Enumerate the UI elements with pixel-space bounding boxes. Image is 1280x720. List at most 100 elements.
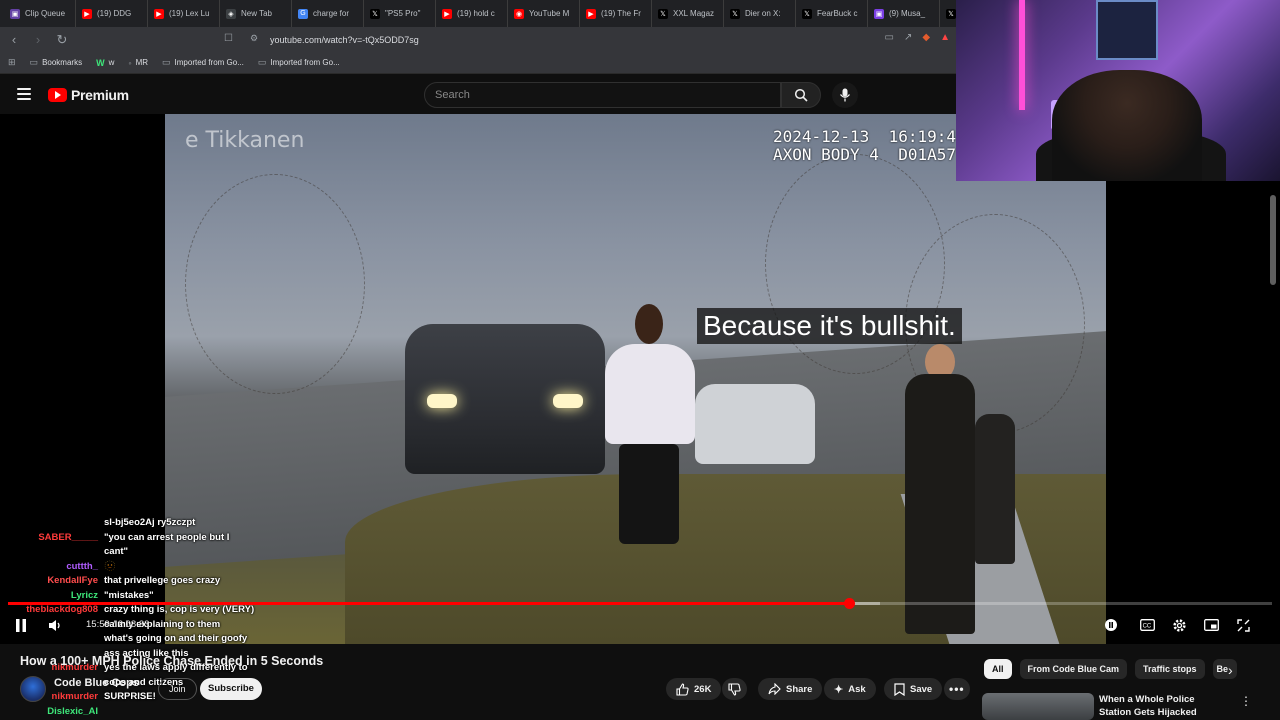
- share-page-icon[interactable]: ↗: [904, 32, 912, 43]
- video-watermark: e Tikkanen: [185, 128, 305, 153]
- join-button[interactable]: Join: [158, 678, 197, 700]
- screen: ▣ Clip Queue ▶ (19) DDG ▶ (19) Lex Lu ◈ New Tab…: [0, 0, 1280, 720]
- chat-username[interactable]: [14, 516, 104, 531]
- voice-search-button[interactable]: [832, 82, 858, 108]
- bookmark-item[interactable]: ▭ Imported from Go...: [258, 57, 340, 68]
- chat-username[interactable]: KendallFye: [14, 574, 104, 589]
- chat-text: that privellege goes crazy: [104, 575, 221, 586]
- apps-icon[interactable]: ⊞: [8, 57, 16, 68]
- browser-tab[interactable]: ◈ New Tab: [220, 0, 292, 27]
- reload-icon[interactable]: ↻: [52, 30, 72, 50]
- fullscreen-button[interactable]: [1234, 616, 1252, 634]
- browser-tab[interactable]: ◉ YouTube M: [508, 0, 580, 27]
- thumbs-down-icon: [728, 682, 741, 696]
- dislike-button[interactable]: [722, 678, 747, 700]
- browser-tab[interactable]: ▶ (19) The Fr: [580, 0, 652, 27]
- chat-username[interactable]: cuttth_: [14, 560, 104, 575]
- settings-button[interactable]: [1170, 616, 1188, 634]
- bookmark-label: Imported from Go...: [174, 58, 244, 67]
- browser-tab[interactable]: 𝕏 "PS5 Pro": [364, 0, 436, 27]
- forward-icon[interactable]: ›: [28, 30, 48, 50]
- pause-button[interactable]: [12, 616, 30, 634]
- autoplay-toggle[interactable]: [1102, 616, 1120, 634]
- address-bar: ‹ › ↻ ☐ ⚙ youtube.com/watch?v=-tQx5ODD7s…: [0, 27, 956, 52]
- chat-username[interactable]: SABER_____: [14, 531, 104, 546]
- save-button[interactable]: Save: [884, 678, 943, 700]
- chat-message: Dislexic_AI: [14, 705, 274, 720]
- chat-text: sl-bj5eo2Aj ry5zczpt: [104, 517, 196, 528]
- chat-message: SABER_____ "you can arrest people but I: [14, 531, 274, 546]
- volume-button[interactable]: [46, 616, 64, 634]
- video-caption: Because it's bullshit.: [697, 308, 962, 344]
- coat: [605, 344, 695, 444]
- miniplayer-button[interactable]: [1202, 616, 1220, 634]
- search-button[interactable]: [781, 82, 821, 108]
- bookmark-item[interactable]: ▭ Imported from Go...: [162, 57, 244, 68]
- recommendation-thumbnail[interactable]: [982, 693, 1094, 720]
- chat-text: "mistakes": [104, 589, 154, 601]
- more-actions-button[interactable]: •••: [944, 678, 970, 700]
- share-icon: [768, 683, 781, 695]
- chat-username[interactable]: Dislexic_AI: [14, 705, 104, 720]
- share-button[interactable]: Share: [758, 678, 823, 700]
- youtube-header: Premium Search: [0, 76, 956, 114]
- cast-icon[interactable]: ▭: [885, 32, 894, 43]
- browser-tab[interactable]: Gcharge for: [292, 0, 364, 27]
- search-input[interactable]: Search: [424, 82, 781, 108]
- miniplayer-icon: [1203, 619, 1219, 631]
- white-car: [695, 384, 815, 464]
- chat-username[interactable]: [14, 545, 104, 560]
- chat-username[interactable]: Lyricz: [14, 589, 104, 604]
- chips-next-icon[interactable]: ›: [1228, 662, 1233, 678]
- youtube-logo[interactable]: Premium: [48, 87, 129, 103]
- gear-icon: [1172, 618, 1186, 632]
- thumbs-up-icon: [676, 682, 689, 696]
- browser-tab[interactable]: 𝕏 Dier on X:: [724, 0, 796, 27]
- subscribe-button[interactable]: Subscribe: [200, 678, 262, 700]
- tab-favicon-icon: 𝕏: [730, 8, 740, 19]
- w-icon: W: [96, 57, 105, 68]
- browser-tab[interactable]: ▶ (19) hold c: [436, 0, 508, 27]
- chip-all[interactable]: All: [984, 659, 1012, 679]
- browser-tab[interactable]: 𝕏S: [940, 0, 956, 27]
- pause-icon: [16, 618, 26, 632]
- omnibox[interactable]: youtube.com/watch?v=-tQx5ODD7sg: [222, 30, 956, 49]
- chip-traffic-stops[interactable]: Traffic stops: [1135, 659, 1205, 679]
- browser-tab[interactable]: 𝕏 FearBuck c: [796, 0, 868, 27]
- ask-button[interactable]: ✦ Ask: [824, 678, 876, 700]
- bookmark-label: w: [108, 58, 115, 67]
- recommendation-menu-icon[interactable]: ⋮: [1240, 694, 1252, 708]
- bookmark-item[interactable]: ▭ Bookmarks: [30, 57, 83, 68]
- bookmark-item[interactable]: Ww: [96, 58, 114, 68]
- menu-icon[interactable]: [17, 88, 31, 100]
- browser-tab[interactable]: ▣ (9) Musa_: [868, 0, 940, 27]
- video-frame[interactable]: e Tikkanen 2024-12-13 16:19:4 AXON BODY 4…: [165, 114, 1106, 644]
- captions-button[interactable]: CC: [1138, 616, 1156, 634]
- chip-from-channel[interactable]: From Code Blue Cam: [1019, 659, 1128, 679]
- mr-icon: ◦: [128, 57, 132, 68]
- like-button[interactable]: 26K: [666, 678, 722, 700]
- officer-figure: [975, 414, 1015, 564]
- bookmark-item[interactable]: ◦ MR: [128, 58, 148, 68]
- folder-icon: ▭: [257, 57, 267, 67]
- bodycam-timestamp: 2024-12-13 16:19:4 AXON BODY 4 D01A57: [773, 128, 956, 164]
- extension-icon[interactable]: ◆: [922, 32, 930, 43]
- record-icon[interactable]: ▲: [940, 32, 950, 43]
- channel-avatar[interactable]: [20, 676, 46, 702]
- tab-label: (9) Musa_: [889, 9, 926, 18]
- tab-favicon-icon: ◉: [514, 8, 524, 19]
- tab-label: YouTube M: [529, 9, 570, 18]
- chat-username[interactable]: [14, 632, 104, 647]
- progress-bar[interactable]: [8, 598, 1272, 609]
- browser-tab[interactable]: ▶ (19) Lex Lu: [148, 0, 220, 27]
- browser-tab[interactable]: ▶ (19) DDG: [76, 0, 148, 27]
- page-scrollbar[interactable]: [1270, 195, 1276, 285]
- channel-name[interactable]: Code Blue Cops: [54, 677, 139, 689]
- recommendation-title[interactable]: When a Whole Police Station Gets Hijacke…: [1099, 693, 1229, 719]
- progress-scrubber[interactable]: [843, 598, 855, 609]
- browser-tab[interactable]: ▣ Clip Queue: [4, 0, 76, 27]
- tab-favicon-icon: ▶: [442, 8, 452, 19]
- back-icon[interactable]: ‹: [4, 30, 24, 50]
- browser-tab[interactable]: 𝕏 XXL Magaz: [652, 0, 724, 27]
- tab-favicon-icon: 𝕏: [802, 8, 812, 19]
